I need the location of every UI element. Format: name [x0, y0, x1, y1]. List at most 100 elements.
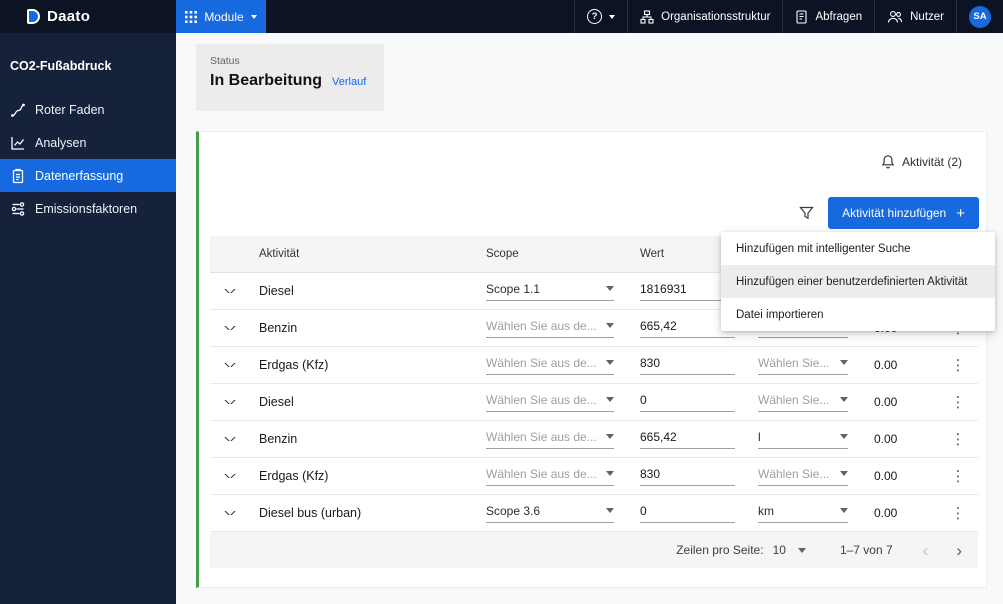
unit-select[interactable]: Wählen Sie... [758, 356, 848, 375]
chevron-down-icon [606, 397, 614, 402]
unit-select-value: km [758, 503, 774, 518]
menu-item-custom-activity[interactable]: Hinzufügen einer benutzerdefinierten Akt… [721, 265, 995, 298]
chevron-down-icon [606, 323, 614, 328]
chevron-down-icon [840, 360, 848, 365]
module-button[interactable]: Module [176, 0, 266, 33]
scope-select[interactable]: Wählen Sie aus de... [486, 393, 614, 412]
sidebar-item-datenerfassung[interactable]: Datenerfassung [0, 159, 176, 192]
topnav: ? Organisationsstruktur Abfragen Nutzer … [574, 0, 1003, 33]
row-expand-icon[interactable] [223, 363, 236, 367]
activity-name: Benzin [259, 432, 298, 446]
users-icon [888, 10, 903, 23]
sidebar-item-label: Emissionsfaktoren [35, 201, 138, 216]
filter-icon[interactable] [799, 206, 814, 220]
row-expand-icon[interactable] [223, 400, 236, 404]
add-activity-menu: Hinzufügen mit intelligenter Suche Hinzu… [721, 232, 995, 331]
unit-select[interactable]: Wählen Sie... [758, 467, 848, 486]
add-activity-button[interactable]: Aktivität hinzufügen + [828, 197, 979, 229]
verlauf-link[interactable]: Verlauf [332, 76, 366, 88]
sidebar-item-roter-faden[interactable]: Roter Faden [0, 93, 176, 126]
daato-logo-icon [27, 9, 40, 24]
table-pagination: Zeilen pro Seite: 10 1–7 von 7 ‹ › [210, 532, 978, 568]
activity-name: Diesel bus (urban) [259, 506, 362, 520]
activity-name: Benzin [259, 321, 298, 335]
row-menu-icon[interactable]: ⋮ [951, 358, 966, 373]
chevron-down-icon [840, 434, 848, 439]
scope-select-value: Scope 3.6 [486, 503, 541, 518]
nav-nutzer[interactable]: Nutzer [874, 0, 956, 33]
scope-select-value: Scope 1.1 [486, 281, 541, 296]
scope-select[interactable]: Wählen Sie aus de... [486, 467, 614, 486]
unit-select-value: Wählen Sie... [758, 392, 830, 407]
chevron-down-icon [606, 286, 614, 291]
menu-item-import-file[interactable]: Datei importieren [721, 298, 995, 331]
chevron-down-icon [840, 397, 848, 402]
scope-select-value: Wählen Sie aus de... [486, 318, 597, 333]
scope-select-value: Wählen Sie aus de... [486, 355, 597, 370]
row-expand-icon[interactable] [223, 474, 236, 478]
clipboard-icon [12, 168, 24, 183]
rows-per-page-select[interactable]: 10 [773, 543, 806, 557]
plus-icon: + [956, 204, 965, 222]
table-row: Diesel bus (urban) Scope 3.6 0 km 0.00 ⋮ [210, 495, 978, 532]
activity-name: Erdgas (Kfz) [259, 358, 329, 372]
activity-badge-label: Aktivität (2) [901, 154, 962, 169]
scope-select-value: Wählen Sie aus de... [486, 392, 597, 407]
unit-select[interactable]: Wählen Sie... [758, 393, 848, 412]
co2-value: 0.00 [874, 432, 898, 446]
user-avatar[interactable]: SA [969, 5, 991, 28]
co2-value: 0.00 [874, 358, 898, 372]
bell-icon [881, 155, 895, 169]
brand-logo[interactable]: Daato [0, 0, 176, 33]
row-expand-icon[interactable] [223, 326, 236, 330]
chevron-down-icon [606, 360, 614, 365]
wert-input[interactable]: 0 [640, 504, 735, 523]
unit-select[interactable]: l [758, 430, 848, 449]
sidebar-item-label: Roter Faden [35, 102, 105, 117]
sidebar: CO2-Fußabdruck Roter Faden Analysen Date… [0, 33, 176, 604]
avatar-container: SA [956, 0, 1003, 33]
scope-select[interactable]: Wählen Sie aus de... [486, 356, 614, 375]
page-range-label: 1–7 von 7 [839, 543, 893, 557]
next-page-button[interactable]: › [956, 542, 962, 559]
header-aktivitaet: Aktivität [259, 248, 300, 260]
sidebar-item-emissionsfaktoren[interactable]: Emissionsfaktoren [0, 192, 176, 225]
unit-select-value: l [758, 429, 761, 444]
co2-value: 0.00 [874, 506, 898, 520]
scope-select[interactable]: Scope 3.6 [486, 504, 614, 523]
activity-name: Erdgas (Kfz) [259, 469, 329, 483]
toolbar: Aktivität hinzufügen + [799, 197, 979, 229]
line-chart-icon [11, 136, 25, 150]
org-structure-icon [640, 9, 654, 24]
chevron-down-icon [840, 508, 848, 513]
scope-select[interactable]: Scope 1.1 [486, 282, 614, 301]
row-expand-icon[interactable] [223, 511, 236, 515]
unit-select-value: Wählen Sie... [758, 466, 830, 481]
chevron-down-icon [250, 14, 257, 19]
row-menu-icon[interactable]: ⋮ [951, 469, 966, 484]
scope-select[interactable]: Wählen Sie aus de... [486, 319, 614, 338]
sidebar-item-analysen[interactable]: Analysen [0, 126, 176, 159]
nav-abfragen[interactable]: Abfragen [782, 0, 874, 33]
row-expand-icon[interactable] [223, 437, 236, 441]
row-menu-icon[interactable]: ⋮ [951, 506, 966, 521]
prev-page-button[interactable]: ‹ [923, 542, 929, 559]
scope-select-value: Wählen Sie aus de... [486, 429, 597, 444]
row-expand-icon[interactable] [223, 289, 236, 293]
document-icon [796, 9, 807, 24]
wert-input[interactable]: 830 [640, 356, 735, 375]
row-menu-icon[interactable]: ⋮ [951, 395, 966, 410]
wert-input[interactable]: 0 [640, 393, 735, 412]
unit-select[interactable]: km [758, 504, 848, 523]
chevron-down-icon [606, 508, 614, 513]
nav-organisationsstruktur[interactable]: Organisationsstruktur [627, 0, 782, 33]
chevron-down-icon [840, 471, 848, 476]
wert-input[interactable]: 830 [640, 467, 735, 486]
help-menu[interactable]: ? [574, 0, 627, 33]
activity-badge[interactable]: Aktivität (2) [881, 154, 962, 169]
row-menu-icon[interactable]: ⋮ [951, 432, 966, 447]
menu-item-intelligent-search[interactable]: Hinzufügen mit intelligenter Suche [721, 232, 995, 265]
wert-input[interactable]: 665,42 [640, 430, 735, 449]
scope-select[interactable]: Wählen Sie aus de... [486, 430, 614, 449]
rows-per-page-value: 10 [772, 543, 786, 557]
